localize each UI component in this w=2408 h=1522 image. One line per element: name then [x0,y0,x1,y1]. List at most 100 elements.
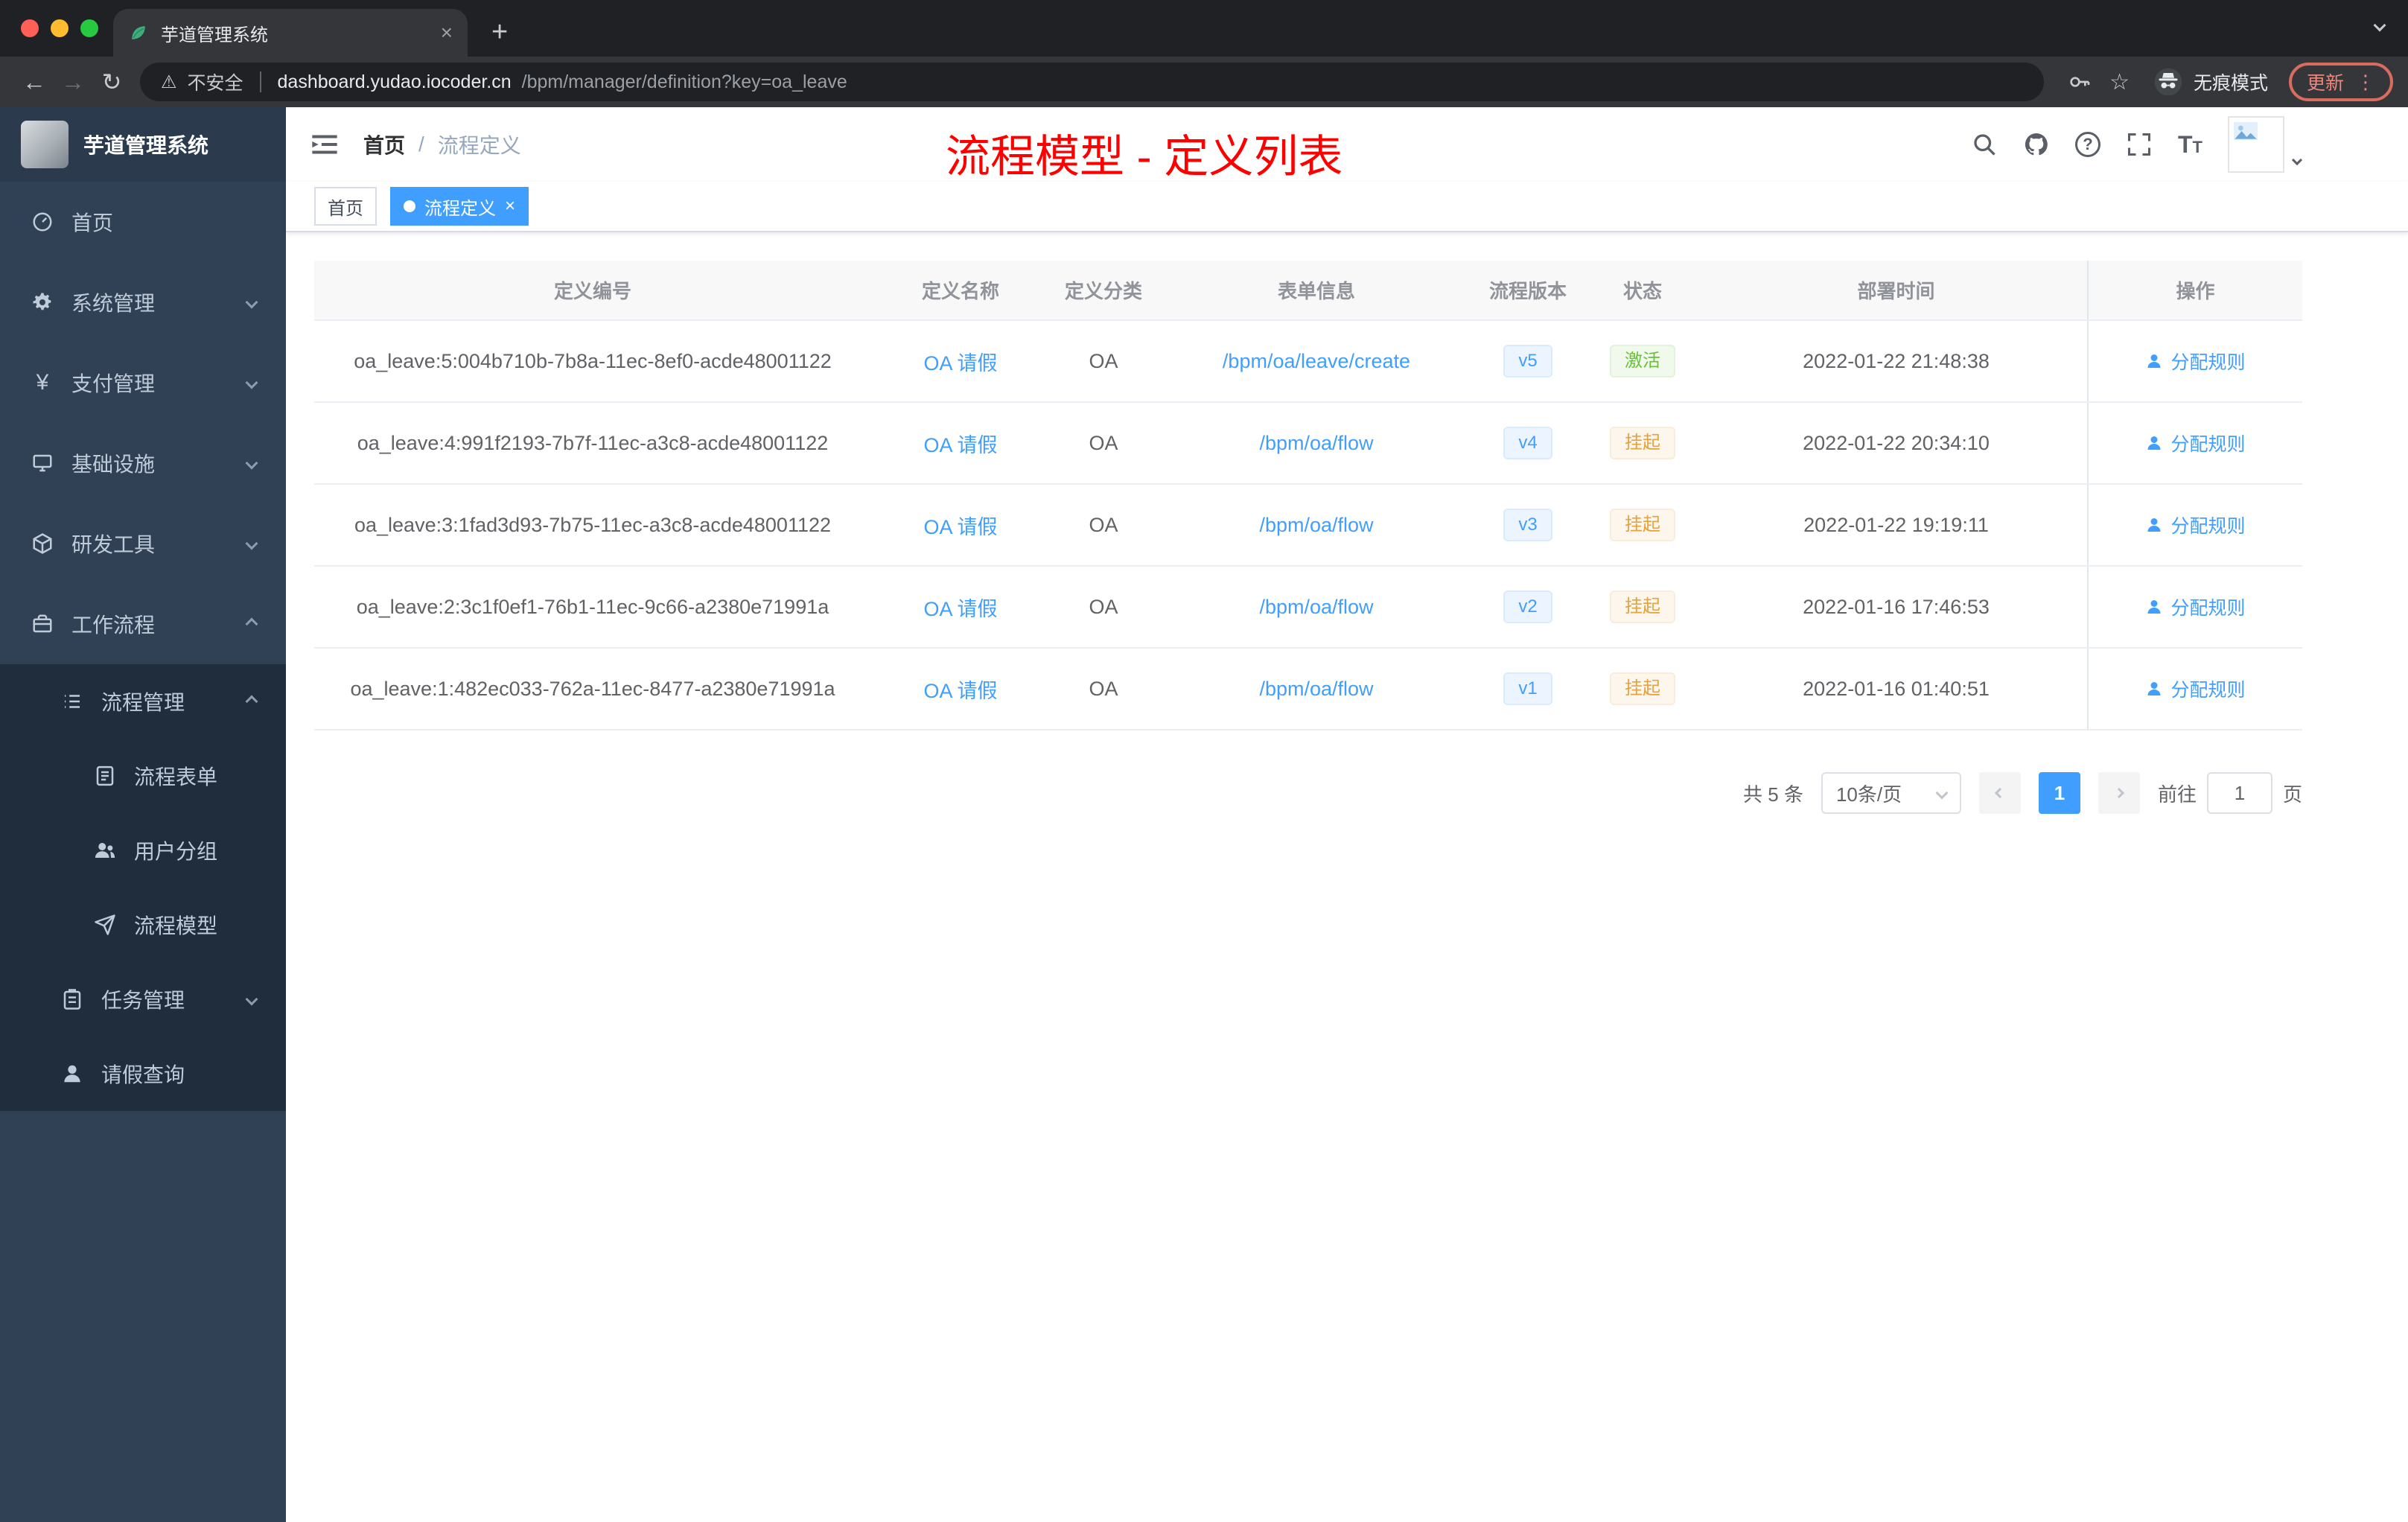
col-definition-name: 定义名称 [871,261,1050,321]
definition-name-link[interactable]: OA 请假 [923,516,997,538]
cube-icon [30,532,55,555]
app-title: 芋道管理系统 [83,134,209,157]
logo-avatar [21,121,69,168]
caret-down-icon[interactable] [2291,142,2303,170]
fullscreen-icon[interactable] [2126,131,2153,158]
goto-page-input[interactable] [2206,772,2272,814]
update-chrome-button[interactable]: 更新 ⋮ [2288,63,2393,101]
breadcrumb-home[interactable]: 首页 [363,130,405,159]
user-icon [2147,681,2161,695]
version-tag: v5 [1503,345,1552,378]
prev-page-button[interactable] [1978,772,2021,814]
dashboard-icon [30,211,55,233]
new-tab-button[interactable]: + [491,18,508,46]
definition-category: OA [1050,402,1157,485]
url-host: dashboard.yudao.iocoder.cn [277,71,512,92]
tab-close-icon[interactable]: × [441,22,453,43]
form-link[interactable]: /bpm/oa/leave/create [1223,350,1410,372]
definition-name-link[interactable]: OA 请假 [923,680,997,702]
top-navbar: 首页 / 流程定义 流程模型 - 定义列表 ? TT [286,107,2408,182]
form-link[interactable]: /bpm/oa/flow [1259,514,1373,536]
sidebar-item-infrastructure[interactable]: 基础设施 [0,423,286,503]
github-icon[interactable] [2023,131,2050,158]
sidebar-item-user-group[interactable]: 用户分组 [0,813,286,888]
page-number-current[interactable]: 1 [2038,772,2080,814]
sidebar-item-system[interactable]: 系统管理 [0,262,286,343]
assign-rule-link[interactable]: 分配规则 [2145,430,2246,456]
list-icon [60,690,85,713]
page-size-select[interactable]: 10条/页 [1821,772,1961,814]
pagination-total: 共 5 条 [1743,783,1803,806]
browser-tab-strip: 芋道管理系统 × + [0,0,2408,57]
breadcrumb: 首页 / 流程定义 [363,130,521,159]
definition-name-link[interactable]: OA 请假 [923,352,997,375]
tab-search-chevron-icon[interactable] [2373,8,2386,36]
definition-id: oa_leave:2:3c1f0ef1-76b1-11ec-9c66-a2380… [314,566,871,649]
definition-name-link[interactable]: OA 请假 [923,434,997,456]
incognito-label: 无痕模式 [2193,73,2268,94]
sidebar-item-home[interactable]: 首页 [0,182,286,262]
chevron-down-icon [245,296,258,309]
paper-plane-icon [92,914,118,936]
pagination: 共 5 条 10条/页 1 前往 页 [314,772,2302,814]
tag-home[interactable]: 首页 [314,187,377,226]
sidebar-item-process-management[interactable]: 流程管理 [0,664,286,739]
version-tag: v4 [1503,427,1552,459]
form-link[interactable]: /bpm/oa/flow [1259,596,1373,618]
pagination-goto: 前往 页 [2158,772,2302,814]
font-size-icon[interactable]: TT [2178,131,2202,159]
browser-menu-dots-icon[interactable]: ⋮ [2356,71,2375,94]
tag-process-definition[interactable]: 流程定义 × [390,187,529,226]
goto-label: 前往 [2157,783,2197,806]
deploy-time: 2022-01-16 01:40:51 [1705,648,2088,730]
deploy-time: 2022-01-22 19:19:11 [1705,484,2088,567]
page-content: 定义编号 定义名称 定义分类 表单信息 流程版本 状态 部署时间 操作 oa_l [286,232,2408,1522]
sidebar-item-process-model[interactable]: 流程模型 [0,888,286,962]
definition-name-link[interactable]: OA 请假 [923,598,997,620]
sidebar-item-leave-query[interactable]: 请假查询 [0,1037,286,1111]
assign-rule-link[interactable]: 分配规则 [2145,593,2246,620]
maximize-window-button[interactable] [80,19,98,37]
breadcrumb-current: 流程定义 [437,134,521,157]
col-deploy-time: 部署时间 [1705,261,2088,321]
back-icon[interactable]: ← [15,69,54,96]
sidebar-item-payment[interactable]: ¥ 支付管理 [0,343,286,423]
favicon-leaf-icon [128,22,149,43]
screen: 芋道管理系统 × + ← → ↻ ⚠ 不安全 dashboard.yudao.i… [0,0,2408,1522]
table-row: oa_leave:4:991f2193-7b7f-11ec-a3c8-acde4… [314,402,2302,485]
reload-icon[interactable]: ↻ [92,68,131,96]
sidebar-logo[interactable]: 芋道管理系统 [0,107,286,182]
search-icon[interactable] [1971,131,1998,158]
sidebar-item-process-form[interactable]: 流程表单 [0,739,286,813]
avatar[interactable] [2228,116,2284,173]
password-key-icon[interactable] [2068,70,2092,94]
help-icon[interactable]: ? [2075,132,2100,157]
url-bar[interactable]: ⚠ 不安全 dashboard.yudao.iocoder.cn/bpm/man… [140,63,2045,101]
document-icon [92,765,118,787]
assign-rule-link[interactable]: 分配规则 [2145,348,2246,375]
version-tag: v1 [1503,672,1552,705]
bookmark-star-icon[interactable]: ☆ [2109,69,2130,95]
sidebar-toggle-hamburger-icon[interactable] [310,130,340,159]
sidebar-item-devtools[interactable]: 研发工具 [0,503,286,584]
next-page-button[interactable] [2098,772,2140,814]
tag-close-icon[interactable]: × [505,197,515,215]
form-link[interactable]: /bpm/oa/flow [1259,432,1373,454]
sidebar-item-task-management[interactable]: 任务管理 [0,962,286,1037]
form-link[interactable]: /bpm/oa/flow [1259,678,1373,700]
version-tag: v3 [1503,509,1552,541]
definition-category: OA [1050,566,1157,649]
close-window-button[interactable] [21,19,39,37]
table-row: oa_leave:3:1fad3d93-7b75-11ec-a3c8-acde4… [314,484,2302,567]
assign-rule-link[interactable]: 分配规则 [2145,675,2246,702]
user-avatar-menu[interactable] [2228,116,2303,173]
status-badge: 挂起 [1610,672,1675,705]
incognito-icon [2154,68,2182,96]
sidebar-item-workflow[interactable]: 工作流程 [0,584,286,664]
assign-rule-link[interactable]: 分配规则 [2145,512,2246,538]
forward-icon[interactable]: → [54,69,92,96]
security-label: 不安全 [187,73,243,94]
minimize-window-button[interactable] [51,19,69,37]
browser-tab[interactable]: 芋道管理系统 × [113,9,468,57]
status-badge: 挂起 [1610,427,1675,459]
